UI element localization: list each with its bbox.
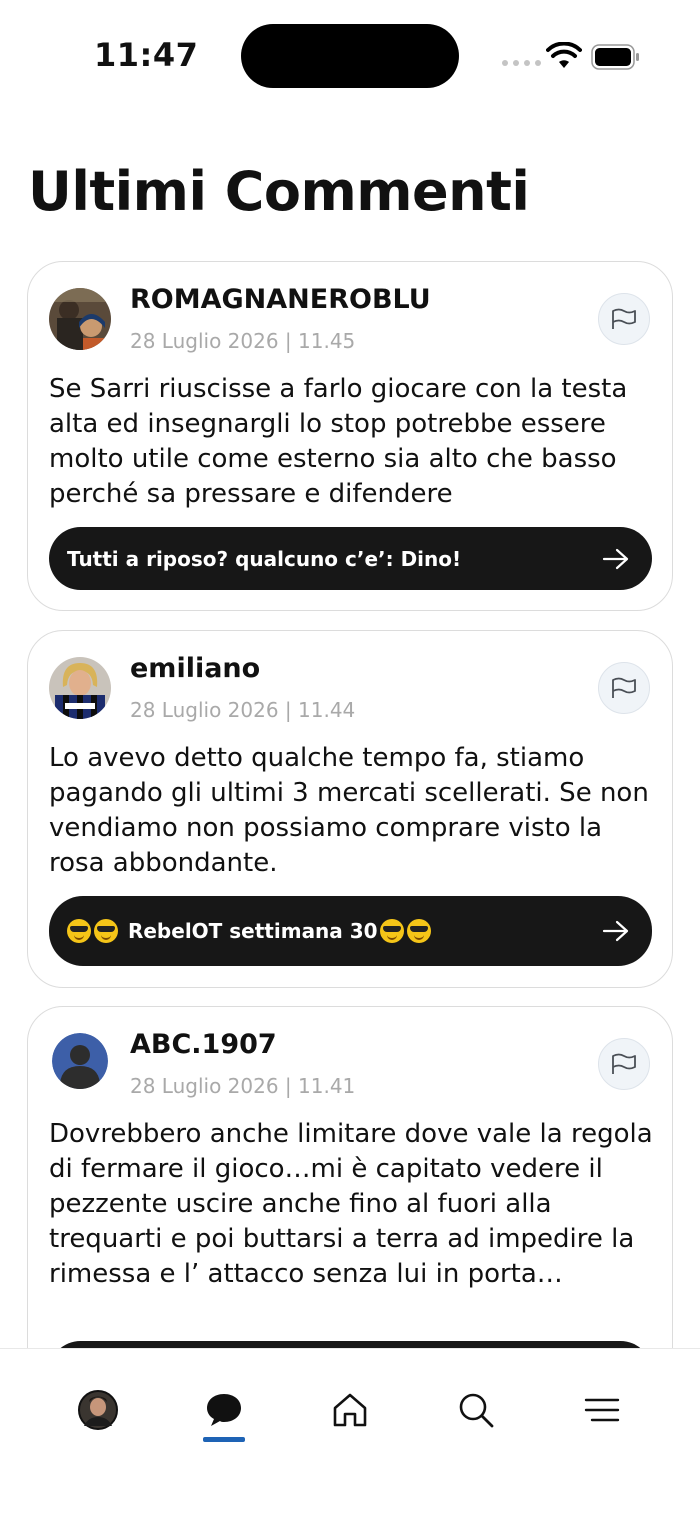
home-icon bbox=[333, 1393, 367, 1427]
comment-timestamp: 28 Luglio 2026 | 11.45 bbox=[130, 329, 356, 353]
dynamic-island bbox=[241, 24, 459, 88]
article-link[interactable]: RebelOT settimana 30 bbox=[49, 896, 652, 966]
article-link[interactable]: Tutti a riposo? qualcuno c’e’: Dino! bbox=[49, 527, 652, 590]
user-avatar[interactable] bbox=[49, 657, 111, 719]
article-title-row: RebelOT settimana 30 bbox=[67, 919, 602, 943]
sunglasses-emoji-icon bbox=[67, 919, 91, 943]
status-time: 11:47 bbox=[94, 36, 199, 74]
flag-icon bbox=[612, 308, 636, 329]
user-avatar[interactable] bbox=[52, 1033, 108, 1089]
comment-text: Se Sarri riuscisse a farlo giocare con l… bbox=[49, 374, 628, 509]
comments-icon bbox=[207, 1394, 241, 1426]
tab-comments[interactable] bbox=[199, 1385, 249, 1435]
tab-profile[interactable] bbox=[73, 1385, 123, 1435]
tab-home[interactable] bbox=[325, 1385, 375, 1435]
article-title: RebelOT settimana 30 bbox=[127, 919, 378, 943]
flag-icon bbox=[612, 677, 636, 698]
report-button[interactable] bbox=[598, 662, 650, 714]
report-button[interactable] bbox=[598, 1038, 650, 1090]
wifi-icon bbox=[546, 42, 582, 68]
cellular-signal-icon bbox=[502, 60, 541, 66]
page-title: Ultimi Commenti bbox=[28, 160, 530, 223]
comment-text: Dovrebbero anche limitare dove vale la r… bbox=[49, 1119, 653, 1289]
comment-username[interactable]: ROMAGNANEROBLU bbox=[130, 284, 431, 315]
comment-timestamp: 28 Luglio 2026 | 11.41 bbox=[130, 1074, 356, 1098]
tab-search[interactable] bbox=[451, 1385, 501, 1435]
menu-icon bbox=[584, 1398, 620, 1422]
comment-text: Lo avevo detto qualche tempo fa, stiamo … bbox=[49, 743, 649, 878]
article-title: Tutti a riposo? qualcuno c’e’: Dino! bbox=[67, 546, 462, 571]
sunglasses-emoji-icon bbox=[406, 919, 431, 943]
tab-menu[interactable] bbox=[577, 1385, 627, 1435]
profile-avatar-icon bbox=[78, 1390, 118, 1430]
comment-timestamp: 28 Luglio 2026 | 11.44 bbox=[130, 698, 356, 722]
arrow-right-icon bbox=[602, 920, 629, 942]
status-bar: 11:47 bbox=[0, 0, 700, 110]
arrow-right-icon bbox=[602, 548, 629, 569]
search-icon bbox=[459, 1393, 494, 1428]
battery-icon bbox=[591, 44, 639, 70]
sunglasses-emoji-icon bbox=[379, 919, 404, 943]
comment-card: emiliano 28 Luglio 2026 | 11.44 Lo avevo… bbox=[27, 630, 673, 988]
sunglasses-emoji-icon bbox=[94, 919, 118, 943]
active-tab-indicator bbox=[203, 1437, 245, 1442]
user-avatar[interactable] bbox=[49, 288, 111, 350]
comment-username[interactable]: ABC.1907 bbox=[130, 1029, 277, 1060]
report-button[interactable] bbox=[598, 293, 650, 345]
comment-username[interactable]: emiliano bbox=[130, 653, 260, 684]
tab-bar bbox=[0, 1348, 700, 1522]
comment-card: ROMAGNANEROBLU 28 Luglio 2026 | 11.45 Se… bbox=[27, 261, 673, 611]
flag-icon bbox=[612, 1053, 636, 1074]
